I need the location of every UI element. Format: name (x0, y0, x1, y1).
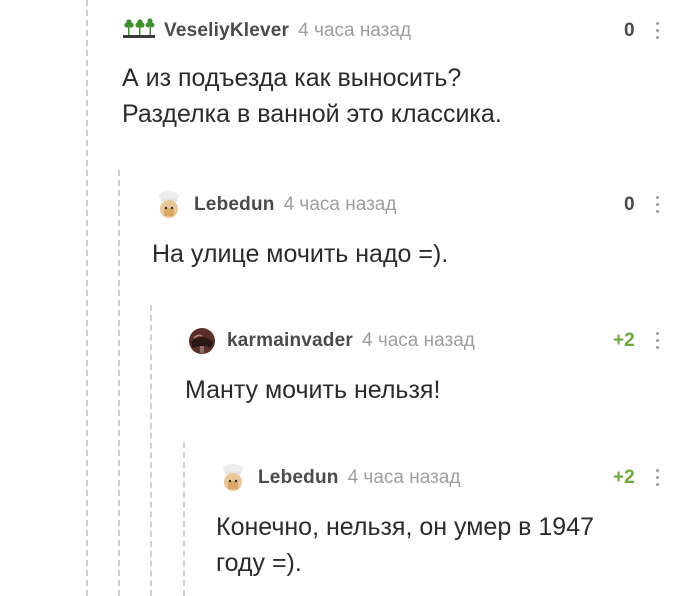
comment-text: Конечно, нельзя, он умер в 1947 году =). (216, 513, 595, 577)
more-icon[interactable] (656, 22, 660, 42)
more-icon[interactable] (656, 196, 660, 216)
thread-line-2 (118, 170, 120, 596)
comment-rating: +2 (613, 467, 635, 488)
helmet-avatar-icon[interactable] (185, 326, 219, 356)
thread-line-3 (150, 305, 152, 596)
comment-rating: +2 (613, 330, 635, 351)
comment-author[interactable]: Lebedun (258, 467, 339, 489)
comment-time: 4 часа назад (347, 467, 461, 488)
comment-author[interactable]: VeseliyKlever (164, 20, 289, 42)
comment-rating: 0 (624, 194, 635, 215)
comment: Lebedun 4 часа назад 0 На улице мочить н… (152, 190, 682, 280)
clover-avatar-icon[interactable] (122, 16, 156, 46)
comment-author[interactable]: karmainvader (227, 330, 353, 352)
comment-time: 4 часа назад (298, 20, 412, 41)
comment: Lebedun 4 часа назад +2 Конечно, нельзя,… (216, 463, 682, 593)
comment-author[interactable]: Lebedun (194, 194, 275, 216)
comment-time: 4 часа назад (283, 194, 397, 215)
comment-text: На улице мочить надо =). (152, 240, 449, 268)
thread-line-4 (183, 442, 185, 596)
comment-rating: 0 (624, 20, 635, 41)
chef-avatar-icon[interactable] (216, 463, 250, 493)
chef-avatar-icon[interactable] (152, 190, 186, 220)
comment-text: А из подъезда как выносить? Разделка в в… (122, 64, 502, 128)
comment-text: Манту мочить нельзя! (185, 376, 441, 404)
more-icon[interactable] (656, 469, 660, 489)
comment: VeseliyKlever 4 часа назад 0 А из подъез… (122, 16, 682, 146)
comment: karmainvader 4 часа назад +2 Манту мочит… (185, 326, 682, 416)
comment-time: 4 часа назад (361, 330, 475, 351)
thread-line-1 (86, 0, 88, 596)
more-icon[interactable] (656, 332, 660, 352)
